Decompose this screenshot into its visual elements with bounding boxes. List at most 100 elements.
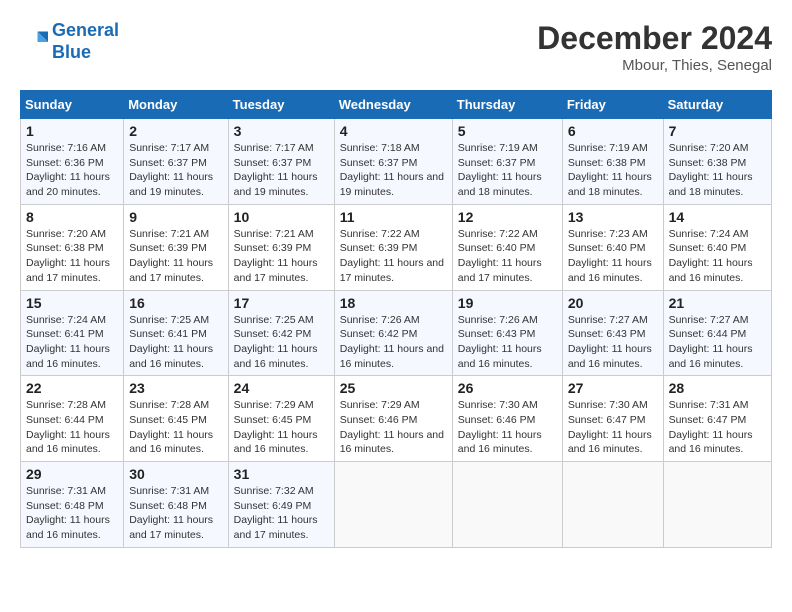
sunset-text: Sunset: 6:39 PM bbox=[340, 242, 418, 254]
sunset-text: Sunset: 6:42 PM bbox=[234, 328, 312, 340]
day-number: 6 bbox=[568, 123, 658, 139]
day-cell-18: 18 Sunrise: 7:26 AM Sunset: 6:42 PM Dayl… bbox=[334, 290, 452, 376]
daylight-text: Daylight: 11 hours and 17 minutes. bbox=[129, 514, 213, 541]
sunrise-text: Sunrise: 7:25 AM bbox=[129, 314, 209, 326]
day-info: Sunrise: 7:22 AM Sunset: 6:40 PM Dayligh… bbox=[458, 227, 557, 286]
sunrise-text: Sunrise: 7:19 AM bbox=[568, 142, 648, 154]
day-info: Sunrise: 7:27 AM Sunset: 6:43 PM Dayligh… bbox=[568, 313, 658, 372]
day-number: 2 bbox=[129, 123, 222, 139]
daylight-text: Daylight: 11 hours and 16 minutes. bbox=[458, 343, 542, 370]
day-info: Sunrise: 7:30 AM Sunset: 6:46 PM Dayligh… bbox=[458, 398, 557, 457]
logo: General Blue bbox=[20, 20, 119, 63]
daylight-text: Daylight: 11 hours and 16 minutes. bbox=[568, 343, 652, 370]
sunset-text: Sunset: 6:45 PM bbox=[234, 414, 312, 426]
sunset-text: Sunset: 6:40 PM bbox=[568, 242, 646, 254]
day-number: 18 bbox=[340, 295, 447, 311]
daylight-text: Daylight: 11 hours and 16 minutes. bbox=[129, 343, 213, 370]
sunset-text: Sunset: 6:37 PM bbox=[340, 157, 418, 169]
logo-line1: General bbox=[52, 20, 119, 40]
day-number: 3 bbox=[234, 123, 329, 139]
day-cell-15: 15 Sunrise: 7:24 AM Sunset: 6:41 PM Dayl… bbox=[21, 290, 124, 376]
location: Mbour, Thies, Senegal bbox=[537, 57, 772, 74]
sunset-text: Sunset: 6:36 PM bbox=[26, 157, 104, 169]
day-cell-7: 7 Sunrise: 7:20 AM Sunset: 6:38 PM Dayli… bbox=[663, 119, 771, 205]
sunrise-text: Sunrise: 7:24 AM bbox=[26, 314, 106, 326]
sunset-text: Sunset: 6:40 PM bbox=[669, 242, 747, 254]
day-number: 7 bbox=[669, 123, 766, 139]
day-info: Sunrise: 7:32 AM Sunset: 6:49 PM Dayligh… bbox=[234, 484, 329, 543]
weekday-tuesday: Tuesday bbox=[228, 91, 334, 119]
daylight-text: Daylight: 11 hours and 16 minutes. bbox=[669, 257, 753, 284]
sunrise-text: Sunrise: 7:20 AM bbox=[26, 228, 106, 240]
sunrise-text: Sunrise: 7:20 AM bbox=[669, 142, 749, 154]
day-cell-6: 6 Sunrise: 7:19 AM Sunset: 6:38 PM Dayli… bbox=[562, 119, 663, 205]
day-cell-26: 26 Sunrise: 7:30 AM Sunset: 6:46 PM Dayl… bbox=[452, 376, 562, 462]
sunrise-text: Sunrise: 7:21 AM bbox=[129, 228, 209, 240]
sunset-text: Sunset: 6:42 PM bbox=[340, 328, 418, 340]
daylight-text: Daylight: 11 hours and 17 minutes. bbox=[340, 257, 444, 284]
day-info: Sunrise: 7:29 AM Sunset: 6:46 PM Dayligh… bbox=[340, 398, 447, 457]
daylight-text: Daylight: 11 hours and 17 minutes. bbox=[234, 257, 318, 284]
day-number: 28 bbox=[669, 380, 766, 396]
day-info: Sunrise: 7:28 AM Sunset: 6:44 PM Dayligh… bbox=[26, 398, 118, 457]
sunrise-text: Sunrise: 7:21 AM bbox=[234, 228, 314, 240]
day-info: Sunrise: 7:20 AM Sunset: 6:38 PM Dayligh… bbox=[669, 141, 766, 200]
sunset-text: Sunset: 6:41 PM bbox=[26, 328, 104, 340]
sunset-text: Sunset: 6:48 PM bbox=[26, 500, 104, 512]
day-cell-8: 8 Sunrise: 7:20 AM Sunset: 6:38 PM Dayli… bbox=[21, 204, 124, 290]
sunrise-text: Sunrise: 7:27 AM bbox=[669, 314, 749, 326]
sunrise-text: Sunrise: 7:31 AM bbox=[669, 399, 749, 411]
day-cell-21: 21 Sunrise: 7:27 AM Sunset: 6:44 PM Dayl… bbox=[663, 290, 771, 376]
logo-icon bbox=[20, 28, 48, 56]
sunrise-text: Sunrise: 7:27 AM bbox=[568, 314, 648, 326]
daylight-text: Daylight: 11 hours and 16 minutes. bbox=[26, 343, 110, 370]
daylight-text: Daylight: 11 hours and 17 minutes. bbox=[129, 257, 213, 284]
day-number: 10 bbox=[234, 209, 329, 225]
sunset-text: Sunset: 6:37 PM bbox=[129, 157, 207, 169]
day-info: Sunrise: 7:26 AM Sunset: 6:42 PM Dayligh… bbox=[340, 313, 447, 372]
sunset-text: Sunset: 6:40 PM bbox=[458, 242, 536, 254]
daylight-text: Daylight: 11 hours and 16 minutes. bbox=[458, 429, 542, 456]
daylight-text: Daylight: 11 hours and 16 minutes. bbox=[669, 343, 753, 370]
day-number: 9 bbox=[129, 209, 222, 225]
day-info: Sunrise: 7:21 AM Sunset: 6:39 PM Dayligh… bbox=[129, 227, 222, 286]
sunset-text: Sunset: 6:39 PM bbox=[129, 242, 207, 254]
day-number: 30 bbox=[129, 466, 222, 482]
sunset-text: Sunset: 6:45 PM bbox=[129, 414, 207, 426]
day-cell-20: 20 Sunrise: 7:27 AM Sunset: 6:43 PM Dayl… bbox=[562, 290, 663, 376]
sunset-text: Sunset: 6:43 PM bbox=[568, 328, 646, 340]
weekday-monday: Monday bbox=[124, 91, 228, 119]
day-cell-9: 9 Sunrise: 7:21 AM Sunset: 6:39 PM Dayli… bbox=[124, 204, 228, 290]
day-number: 22 bbox=[26, 380, 118, 396]
sunset-text: Sunset: 6:38 PM bbox=[669, 157, 747, 169]
sunrise-text: Sunrise: 7:25 AM bbox=[234, 314, 314, 326]
daylight-text: Daylight: 11 hours and 16 minutes. bbox=[340, 429, 444, 456]
day-info: Sunrise: 7:25 AM Sunset: 6:41 PM Dayligh… bbox=[129, 313, 222, 372]
sunrise-text: Sunrise: 7:30 AM bbox=[458, 399, 538, 411]
day-cell-29: 29 Sunrise: 7:31 AM Sunset: 6:48 PM Dayl… bbox=[21, 462, 124, 548]
calendar-week-1: 1 Sunrise: 7:16 AM Sunset: 6:36 PM Dayli… bbox=[21, 119, 772, 205]
daylight-text: Daylight: 11 hours and 18 minutes. bbox=[568, 171, 652, 198]
sunrise-text: Sunrise: 7:29 AM bbox=[340, 399, 420, 411]
sunset-text: Sunset: 6:38 PM bbox=[568, 157, 646, 169]
day-number: 21 bbox=[669, 295, 766, 311]
sunrise-text: Sunrise: 7:17 AM bbox=[234, 142, 314, 154]
day-number: 5 bbox=[458, 123, 557, 139]
day-cell-10: 10 Sunrise: 7:21 AM Sunset: 6:39 PM Dayl… bbox=[228, 204, 334, 290]
sunrise-text: Sunrise: 7:28 AM bbox=[26, 399, 106, 411]
day-number: 14 bbox=[669, 209, 766, 225]
sunrise-text: Sunrise: 7:29 AM bbox=[234, 399, 314, 411]
daylight-text: Daylight: 11 hours and 16 minutes. bbox=[26, 429, 110, 456]
daylight-text: Daylight: 11 hours and 17 minutes. bbox=[234, 514, 318, 541]
sunrise-text: Sunrise: 7:17 AM bbox=[129, 142, 209, 154]
weekday-friday: Friday bbox=[562, 91, 663, 119]
calendar-week-4: 22 Sunrise: 7:28 AM Sunset: 6:44 PM Dayl… bbox=[21, 376, 772, 462]
sunrise-text: Sunrise: 7:32 AM bbox=[234, 485, 314, 497]
day-cell-2: 2 Sunrise: 7:17 AM Sunset: 6:37 PM Dayli… bbox=[124, 119, 228, 205]
weekday-saturday: Saturday bbox=[663, 91, 771, 119]
day-number: 1 bbox=[26, 123, 118, 139]
day-info: Sunrise: 7:31 AM Sunset: 6:47 PM Dayligh… bbox=[669, 398, 766, 457]
empty-cell bbox=[334, 462, 452, 548]
daylight-text: Daylight: 11 hours and 16 minutes. bbox=[568, 429, 652, 456]
sunset-text: Sunset: 6:46 PM bbox=[458, 414, 536, 426]
